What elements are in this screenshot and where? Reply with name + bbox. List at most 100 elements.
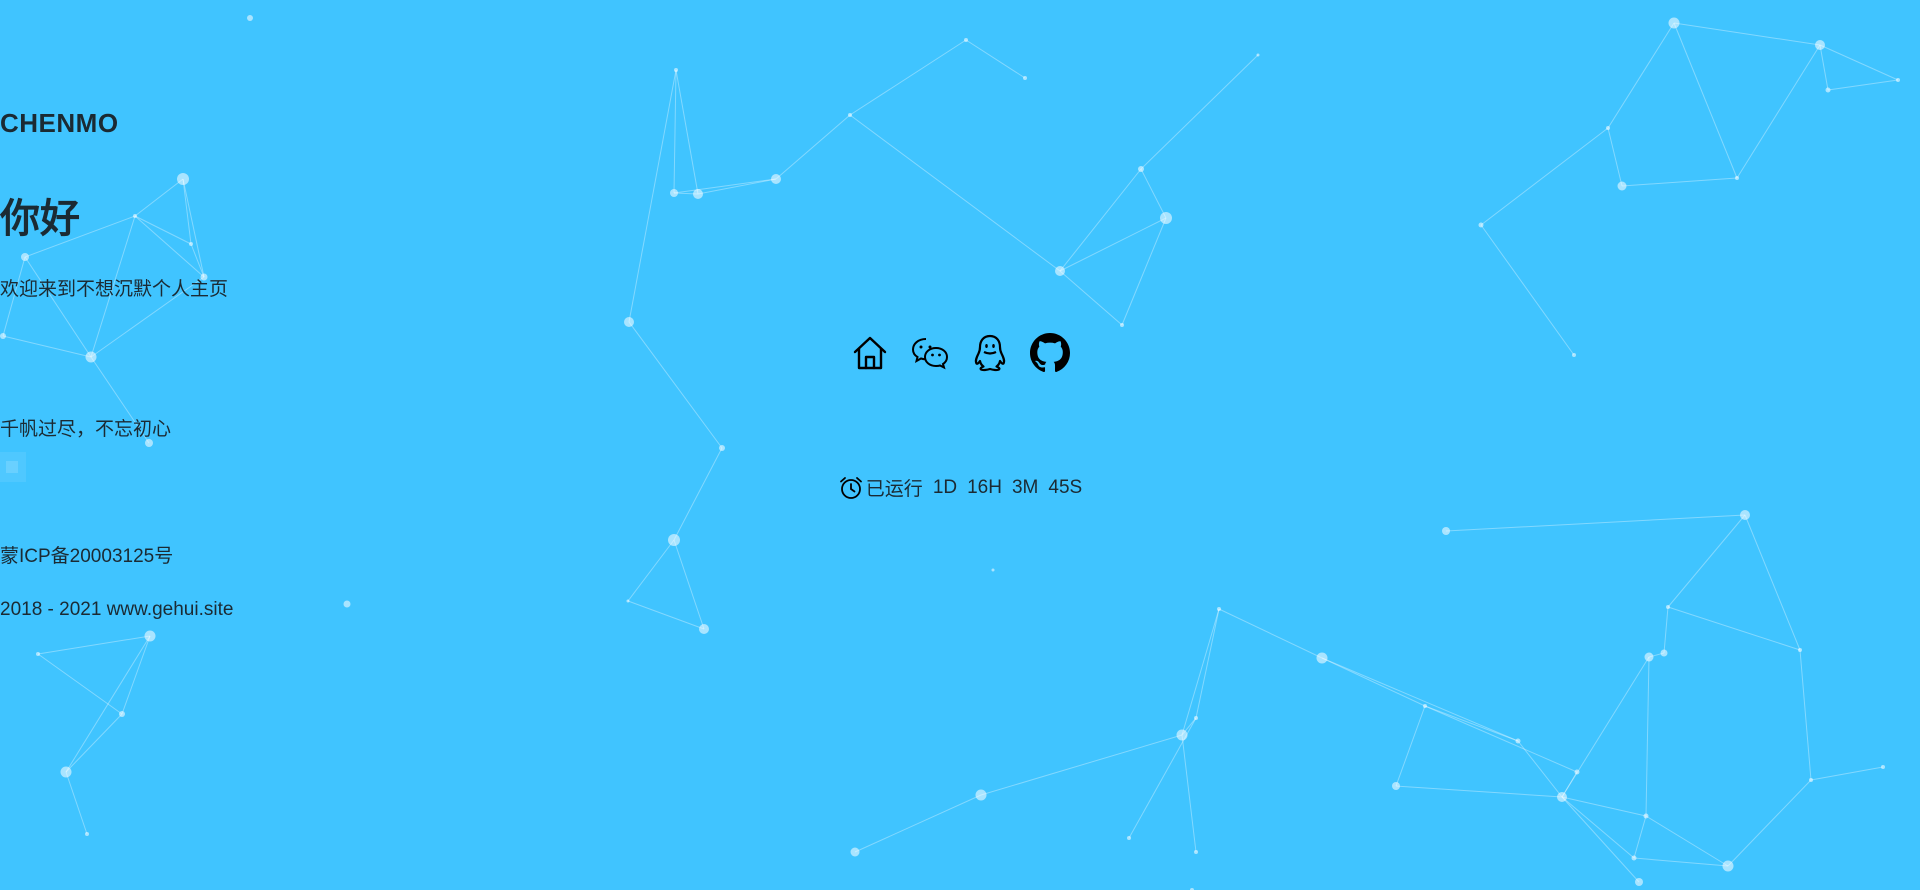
- network-line: [1321, 657, 1519, 742]
- network-node: [964, 38, 968, 42]
- uptime-label: 已运行: [865, 479, 923, 500]
- network-node: [991, 568, 995, 572]
- network-node: [1574, 769, 1580, 775]
- network-node: [60, 766, 72, 778]
- network-line: [1424, 705, 1578, 773]
- network-line: [1561, 796, 1640, 883]
- icp-license-link[interactable]: 蒙ICP备20003125号: [0, 541, 1920, 568]
- network-node: [1631, 855, 1637, 861]
- network-line: [1645, 815, 1729, 867]
- network-line: [1181, 608, 1220, 736]
- network-node: [1740, 510, 1750, 520]
- network-node: [1735, 176, 1739, 180]
- alarm-clock-icon: [839, 476, 862, 499]
- network-node: [699, 624, 709, 634]
- qq-icon: [974, 334, 1006, 372]
- network-node: [1825, 87, 1831, 93]
- network-node: [1815, 40, 1825, 50]
- network-line: [1395, 785, 1563, 798]
- greeting-title: 你好: [0, 197, 80, 241]
- network-line: [1424, 705, 1519, 742]
- network-line: [1633, 857, 1729, 867]
- network-line: [1561, 796, 1647, 817]
- network-node: [1176, 729, 1188, 741]
- network-line: [1395, 705, 1426, 787]
- network-line: [965, 39, 1026, 79]
- network-line: [37, 653, 123, 715]
- network-line: [1819, 44, 1829, 91]
- network-node: [1643, 813, 1649, 819]
- network-node: [850, 847, 860, 857]
- qq-link[interactable]: [969, 332, 1011, 374]
- network-node: [1442, 527, 1450, 535]
- network-line: [1727, 779, 1812, 867]
- uptime-days: 1D: [932, 476, 958, 498]
- network-line: [1645, 656, 1650, 817]
- network-node: [771, 174, 781, 184]
- network-line: [849, 39, 967, 116]
- network-node: [85, 832, 89, 836]
- network-node: [36, 652, 40, 656]
- network-node: [1644, 652, 1654, 662]
- github-icon: [1030, 333, 1070, 373]
- network-line: [1744, 514, 1801, 651]
- network-node: [1256, 53, 1260, 57]
- network-node: [1668, 17, 1680, 29]
- network-node: [719, 445, 725, 451]
- uptime-minutes: 3M: [1011, 476, 1039, 498]
- motto-text: 千帆过尽，不忘初心: [0, 419, 172, 440]
- network-line: [1561, 796, 1635, 859]
- copyright-text: 2018 - 2021 www.gehui.site: [0, 599, 234, 620]
- network-node: [1194, 850, 1198, 854]
- network-line: [1799, 649, 1812, 781]
- network-line: [1827, 79, 1899, 91]
- site-brand: CHENMO: [0, 108, 119, 138]
- network-line: [1195, 608, 1220, 719]
- network-node: [1635, 878, 1643, 886]
- network-line: [65, 713, 123, 773]
- network-node: [1316, 652, 1328, 664]
- network-line: [1621, 177, 1738, 187]
- network-node: [1127, 836, 1131, 840]
- github-link[interactable]: [1029, 332, 1071, 374]
- network-node: [21, 253, 29, 261]
- network-line: [1633, 815, 1647, 859]
- social-links: [0, 332, 1920, 374]
- network-node: [1557, 792, 1567, 802]
- network-line: [1810, 766, 1884, 781]
- network-line: [65, 635, 151, 773]
- network-node: [177, 173, 189, 185]
- network-node: [1798, 648, 1802, 652]
- network-line: [1321, 657, 1426, 707]
- wechat-icon: [911, 338, 949, 370]
- network-node: [1423, 704, 1427, 708]
- network-node: [1809, 778, 1813, 782]
- network-line: [1819, 44, 1899, 81]
- uptime-counter: 已运行 1D 16H 3M 45S: [0, 474, 1920, 501]
- network-line: [1673, 22, 1821, 46]
- network-node: [1138, 166, 1144, 172]
- network-node: [1023, 76, 1027, 80]
- network-node: [1722, 860, 1734, 872]
- uptime-hours: 16H: [967, 476, 1002, 498]
- network-line: [1445, 514, 1746, 532]
- network-node: [119, 711, 125, 717]
- network-line: [980, 734, 1183, 796]
- network-line: [1673, 22, 1738, 179]
- home-link[interactable]: [849, 332, 891, 374]
- network-node: [1120, 323, 1124, 327]
- network-line: [37, 635, 151, 655]
- network-node: [1896, 78, 1900, 82]
- network-node: [1881, 765, 1885, 769]
- network-node: [1660, 649, 1668, 657]
- network-node: [674, 68, 678, 72]
- uptime-seconds: 45S: [1048, 476, 1083, 498]
- welcome-text: 欢迎来到不想沉默个人主页: [0, 279, 229, 300]
- network-node: [1515, 738, 1521, 744]
- network-line: [65, 771, 88, 835]
- network-node: [624, 317, 634, 327]
- network-node: [1194, 716, 1198, 720]
- wechat-link[interactable]: [909, 332, 951, 374]
- network-line: [854, 794, 982, 853]
- network-node: [144, 630, 156, 642]
